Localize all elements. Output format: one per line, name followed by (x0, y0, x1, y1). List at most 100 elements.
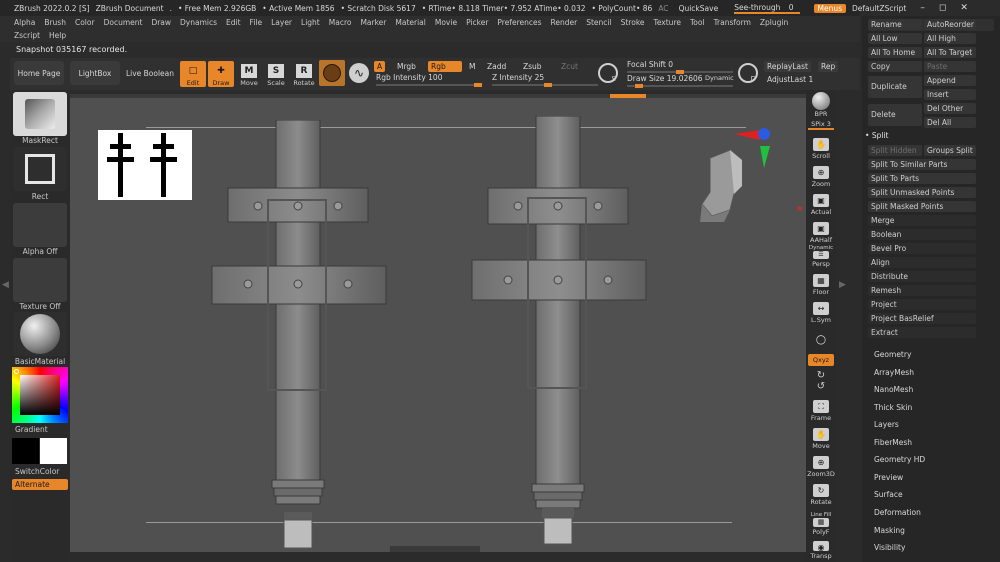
section-masking[interactable]: Masking (874, 526, 905, 535)
paste-button[interactable]: Paste (924, 61, 976, 72)
rotate-axis-button[interactable]: ↻ ↺ (808, 368, 834, 394)
bpr-button[interactable]: BPR (808, 92, 834, 118)
m-button[interactable]: M (466, 61, 478, 72)
project-button[interactable]: Project (868, 299, 976, 310)
split-section-header[interactable]: • Split (865, 131, 888, 140)
menu-edit[interactable]: Edit (226, 18, 241, 27)
section-surface[interactable]: Surface (874, 490, 903, 499)
zoom3d-button[interactable]: ⊕ Zoom3D (807, 452, 835, 478)
zadd-button[interactable]: Zadd (484, 61, 509, 72)
all-to-target-button[interactable]: All To Target (924, 47, 976, 58)
menu-document[interactable]: Document (104, 18, 143, 27)
section-deformation[interactable]: Deformation (874, 508, 921, 517)
lock-button[interactable]: ○ (808, 326, 834, 346)
axis-gizmo-icon[interactable] (734, 124, 778, 174)
append-button[interactable]: Append (924, 75, 976, 86)
dynamic-toggle[interactable]: Dynamic (702, 73, 737, 84)
menu-help[interactable]: Help (49, 31, 66, 40)
cross-model-left[interactable] (210, 120, 390, 550)
alpha-thumb[interactable] (13, 203, 67, 247)
remesh-button[interactable]: Remesh (868, 285, 976, 296)
del-all-button[interactable]: Del All (924, 117, 976, 128)
menu-brush[interactable]: Brush (44, 18, 66, 27)
z-intensity-slider[interactable]: Z Intensity 25 (492, 73, 598, 87)
scale-button[interactable]: S Scale (263, 61, 289, 87)
section-layers[interactable]: Layers (874, 420, 899, 429)
viewport-canvas[interactable] (70, 94, 806, 552)
del-other-button[interactable]: Del Other (924, 103, 976, 114)
material-thumb[interactable] (13, 312, 67, 356)
menu-zscript[interactable]: Zscript (14, 31, 40, 40)
menu-draw[interactable]: Draw (151, 18, 171, 27)
split-masked-button[interactable]: Split Masked Points (868, 201, 976, 212)
section-nanomesh[interactable]: NanoMesh (874, 385, 913, 394)
split-unmasked-button[interactable]: Split Unmasked Points (868, 187, 976, 198)
section-preview[interactable]: Preview (874, 473, 903, 482)
menu-preferences[interactable]: Preferences (497, 18, 541, 27)
aahalf-button[interactable]: ▣ AAHalf (808, 218, 834, 244)
scroll-button[interactable]: ✋ Scroll (808, 134, 834, 160)
menu-alpha[interactable]: Alpha (14, 18, 35, 27)
menu-layer[interactable]: Layer (271, 18, 292, 27)
menu-stencil[interactable]: Stencil (586, 18, 611, 27)
menu-material[interactable]: Material (395, 18, 425, 27)
section-arraymesh[interactable]: ArrayMesh (874, 368, 914, 377)
section-fibermesh[interactable]: FiberMesh (874, 438, 912, 447)
move-view-button[interactable]: ✋ Move (808, 424, 834, 450)
seethrough-slider[interactable]: See-through 0 (734, 3, 800, 14)
extract-button[interactable]: Extract (868, 327, 976, 338)
align-button[interactable]: Align (868, 257, 976, 268)
all-low-button[interactable]: All Low (868, 33, 922, 44)
section-geometry-hd[interactable]: Geometry HD (874, 455, 925, 464)
actual-button[interactable]: ▣ Actual (808, 190, 834, 216)
section-thick-skin[interactable]: Thick Skin (874, 403, 912, 412)
project-basrelief-button[interactable]: Project BasRelief (868, 313, 976, 324)
alternate-button[interactable]: Alternate (12, 479, 68, 490)
stroke-thumb[interactable] (13, 147, 67, 191)
section-visibility[interactable]: Visibility (874, 543, 905, 552)
menu-color[interactable]: Color (75, 18, 95, 27)
restore-icon[interactable]: ◻ (939, 3, 946, 13)
duplicate-button[interactable]: Duplicate (868, 76, 922, 98)
main-color-swatch[interactable] (12, 438, 39, 464)
all-high-button[interactable]: All High (924, 33, 976, 44)
menu-render[interactable]: Render (551, 18, 578, 27)
home-page-button[interactable]: Home Page (14, 61, 64, 85)
default-zscript-button[interactable]: DefaultZScript (852, 4, 906, 13)
merge-button[interactable]: Merge (868, 215, 976, 226)
brush-alpha-thumb[interactable] (13, 92, 67, 136)
menu-picker[interactable]: Picker (466, 18, 488, 27)
menu-file[interactable]: File (250, 18, 263, 27)
quicksave-button[interactable]: QuickSave (679, 4, 719, 13)
spix-slider[interactable]: SPix 3 (808, 118, 834, 130)
zcut-button[interactable]: Zcut (558, 61, 581, 72)
menu-dynamics[interactable]: Dynamics (180, 18, 217, 27)
insert-button[interactable]: Insert (924, 89, 976, 100)
zsub-button[interactable]: Zsub (520, 61, 545, 72)
spotlight-icon[interactable]: S (598, 63, 618, 83)
zoom-button[interactable]: ⊕ Zoom (808, 162, 834, 188)
lsym-button[interactable]: ↔ L.Sym (808, 298, 834, 324)
bevel-pro-button[interactable]: Bevel Pro (868, 243, 976, 254)
menus-button[interactable]: Menus (813, 3, 847, 13)
brush-thumbnail[interactable] (319, 60, 345, 86)
delete-button[interactable]: Delete (868, 104, 922, 126)
section-geometry[interactable]: Geometry (874, 350, 911, 359)
focal-shift-slider[interactable]: Focal Shift 0 (627, 60, 733, 74)
secondary-color-swatch[interactable] (40, 438, 67, 464)
distribute-button[interactable]: Distribute (868, 271, 976, 282)
menu-macro[interactable]: Macro (329, 18, 352, 27)
switch-color-button[interactable]: SwitchColor (10, 467, 70, 476)
copy-button[interactable]: Copy (868, 61, 922, 72)
split-similar-button[interactable]: Split To Similar Parts (868, 159, 976, 170)
edit-button[interactable]: □ Edit (180, 61, 206, 87)
color-square[interactable] (20, 375, 60, 415)
rep-button[interactable]: Rep (818, 61, 839, 72)
transp-button[interactable]: ◉ Transp (808, 538, 834, 560)
split-hidden-button[interactable]: Split Hidden (868, 145, 922, 156)
right-collapse-icon[interactable]: ▶ (839, 280, 846, 290)
split-parts-button[interactable]: Split To Parts (868, 173, 976, 184)
lightbox-button[interactable]: LightBox (70, 61, 120, 85)
menu-stroke[interactable]: Stroke (621, 18, 645, 27)
rename-button[interactable]: Rename (868, 19, 922, 30)
